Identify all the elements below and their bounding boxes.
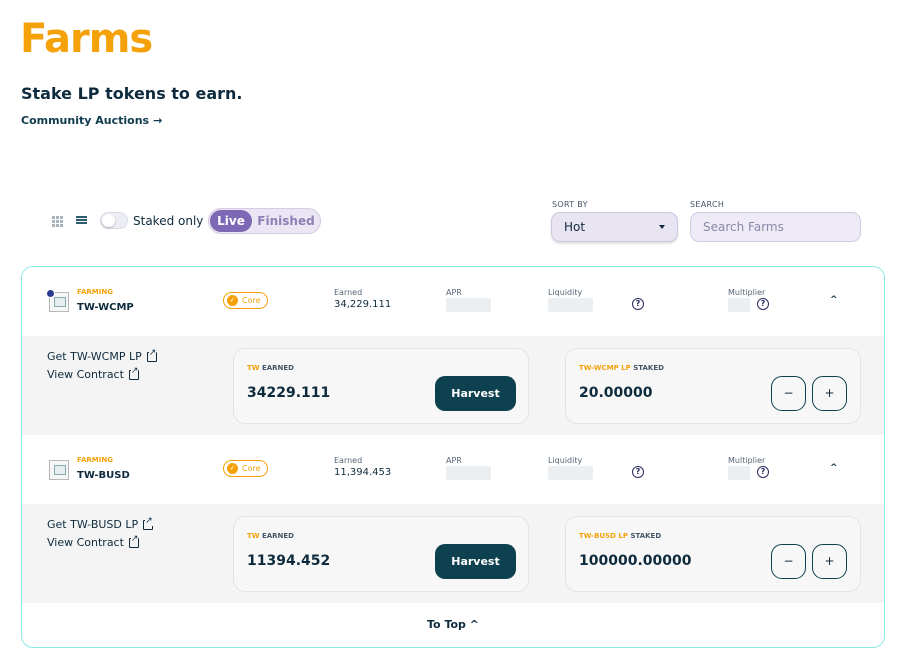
harvest-button[interactable]: Harvest bbox=[435, 376, 516, 411]
earned-amount: 11394.452 bbox=[247, 553, 331, 569]
sort-by-label: SORT BY bbox=[552, 200, 588, 209]
view-contract-label: View Contract bbox=[47, 536, 124, 549]
get-lp-link[interactable]: Get TW-WCMP LP bbox=[47, 348, 157, 363]
multiplier-loading bbox=[728, 466, 750, 480]
grid-view-icon[interactable] bbox=[52, 216, 63, 227]
apr-loading bbox=[446, 298, 491, 312]
external-link-icon bbox=[128, 366, 139, 380]
live-tab[interactable]: Live bbox=[210, 210, 252, 232]
earned-value: 34,229.111 bbox=[334, 299, 392, 310]
coin-icon bbox=[46, 289, 55, 298]
staked-card-title: TW-WCMP LP STAKED bbox=[579, 364, 664, 372]
multiplier-loading bbox=[728, 298, 750, 312]
core-badge: ✓ Core bbox=[223, 292, 268, 309]
staked-token: TW-WCMP LP bbox=[579, 364, 631, 372]
core-badge-label: Core bbox=[242, 296, 261, 305]
harvest-button[interactable]: Harvest bbox=[435, 544, 516, 579]
apr-label: APR bbox=[446, 456, 462, 465]
help-icon[interactable]: ? bbox=[632, 466, 644, 478]
farm-details: Get TW-BUSD LP View Contract TW EARNED 1… bbox=[22, 504, 884, 603]
external-link-icon bbox=[146, 348, 157, 362]
search-label: SEARCH bbox=[690, 200, 725, 209]
earned-label: Earned bbox=[334, 456, 363, 465]
farm-row[interactable]: FARMING TW-WCMP ✓ Core Earned 34,229.111… bbox=[22, 267, 884, 336]
farm-details: Get TW-WCMP LP View Contract TW EARNED 3… bbox=[22, 336, 884, 435]
farming-label: FARMING bbox=[77, 288, 113, 296]
community-auctions-label: Community Auctions bbox=[21, 114, 150, 127]
staked-only-toggle[interactable] bbox=[100, 212, 128, 229]
apr-label: APR bbox=[446, 288, 462, 297]
finished-tab[interactable]: Finished bbox=[252, 214, 320, 228]
chevron-up-icon[interactable]: ^ bbox=[830, 463, 838, 473]
external-link-icon bbox=[143, 516, 154, 530]
page-title: Farms bbox=[20, 16, 153, 62]
unstake-button[interactable]: − bbox=[771, 544, 806, 579]
earned-suffix: EARNED bbox=[261, 364, 294, 372]
sort-select-value: Hot bbox=[564, 220, 586, 234]
help-icon[interactable]: ? bbox=[757, 298, 769, 310]
check-icon: ✓ bbox=[227, 463, 238, 474]
check-icon: ✓ bbox=[227, 295, 238, 306]
list-view-icon[interactable] bbox=[76, 216, 87, 226]
staked-amount: 20.00000 bbox=[579, 385, 653, 401]
sort-select[interactable]: Hot bbox=[551, 212, 678, 242]
staked-card-title: TW-BUSD LP STAKED bbox=[579, 532, 661, 540]
get-lp-link[interactable]: Get TW-BUSD LP bbox=[47, 516, 154, 531]
staked-suffix: STAKED bbox=[630, 532, 662, 540]
get-lp-label: Get TW-WCMP LP bbox=[47, 350, 142, 363]
stake-button[interactable]: + bbox=[812, 376, 847, 411]
core-badge-label: Core bbox=[242, 464, 261, 473]
caret-down-icon bbox=[659, 225, 665, 229]
staked-amount: 100000.00000 bbox=[579, 553, 692, 569]
liquidity-loading bbox=[548, 298, 593, 312]
farming-label: FARMING bbox=[77, 456, 113, 464]
liquidity-label: Liquidity bbox=[548, 456, 583, 465]
earned-suffix: EARNED bbox=[261, 532, 294, 540]
earned-card-title: TW EARNED bbox=[247, 532, 294, 540]
help-icon[interactable]: ? bbox=[757, 466, 769, 478]
external-link-icon bbox=[128, 534, 139, 548]
staked-card: TW-WCMP LP STAKED 20.00000 − + bbox=[565, 348, 861, 424]
view-contract-label: View Contract bbox=[47, 368, 124, 381]
liquidity-label: Liquidity bbox=[548, 288, 583, 297]
stake-button[interactable]: + bbox=[812, 544, 847, 579]
staked-only-label: Staked only bbox=[133, 214, 204, 228]
page-subtitle: Stake LP tokens to earn. bbox=[21, 84, 243, 103]
view-contract-link[interactable]: View Contract bbox=[47, 366, 139, 381]
core-badge: ✓ Core bbox=[223, 460, 268, 477]
staked-suffix: STAKED bbox=[633, 364, 664, 372]
earned-token: TW bbox=[247, 364, 260, 372]
farm-name: TW-WCMP bbox=[77, 302, 134, 313]
farm-row[interactable]: FARMING TW-BUSD ✓ Core Earned 11,394.453… bbox=[22, 435, 884, 504]
live-finished-switch: Live Finished bbox=[208, 208, 321, 234]
view-contract-link[interactable]: View Contract bbox=[47, 534, 139, 549]
earned-amount: 34229.111 bbox=[247, 385, 331, 401]
farm-name: TW-BUSD bbox=[77, 470, 130, 481]
farms-table: FARMING TW-WCMP ✓ Core Earned 34,229.111… bbox=[21, 266, 885, 648]
get-lp-label: Get TW-BUSD LP bbox=[47, 518, 139, 531]
apr-loading bbox=[446, 466, 491, 480]
liquidity-loading bbox=[548, 466, 593, 480]
community-auctions-link[interactable]: Community Auctions → bbox=[21, 114, 162, 127]
arrow-right-icon: → bbox=[153, 114, 163, 127]
earned-card: TW EARNED 11394.452 Harvest bbox=[233, 516, 529, 592]
token-pair-image bbox=[49, 460, 69, 480]
multiplier-label: Multiplier bbox=[728, 288, 766, 297]
staked-card: TW-BUSD LP STAKED 100000.00000 − + bbox=[565, 516, 861, 592]
staked-token: TW-BUSD LP bbox=[579, 532, 628, 540]
search-input[interactable] bbox=[690, 212, 861, 242]
to-top-button[interactable]: To Top ^ bbox=[22, 618, 884, 631]
earned-card-title: TW EARNED bbox=[247, 364, 294, 372]
earned-value: 11,394.453 bbox=[334, 467, 392, 478]
earned-token: TW bbox=[247, 532, 260, 540]
help-icon[interactable]: ? bbox=[632, 298, 644, 310]
earned-label: Earned bbox=[334, 288, 363, 297]
chevron-up-icon[interactable]: ^ bbox=[830, 295, 838, 305]
multiplier-label: Multiplier bbox=[728, 456, 766, 465]
earned-card: TW EARNED 34229.111 Harvest bbox=[233, 348, 529, 424]
unstake-button[interactable]: − bbox=[771, 376, 806, 411]
